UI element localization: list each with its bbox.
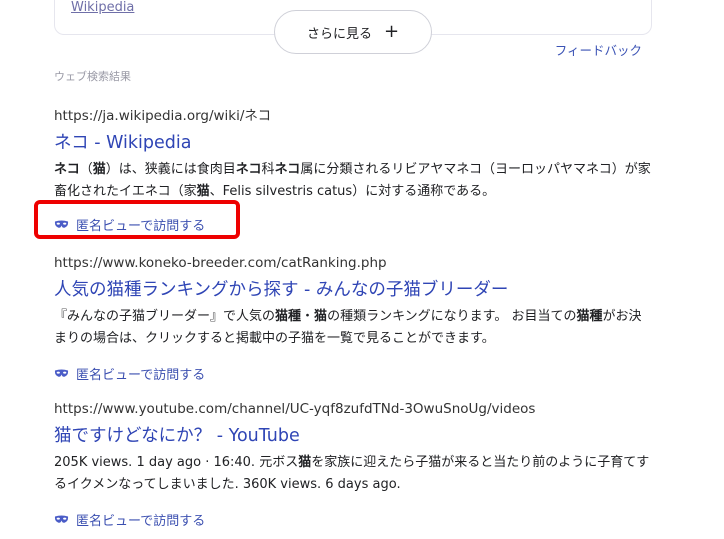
mask-icon — [54, 369, 69, 377]
snippet-bold-text: ネコ — [235, 162, 262, 177]
result-url: https://www.youtube.com/channel/UC-yqf8z… — [54, 401, 536, 417]
result-title-link[interactable]: ネコ - Wikipedia — [54, 131, 654, 155]
snippet-text: 205K views. 1 day ago · 16:40. 元ボス — [54, 455, 299, 470]
result-url: https://ja.wikipedia.org/wiki/ネコ — [54, 108, 272, 124]
snippet-bold-text: 猫 — [196, 184, 210, 199]
mask-icon — [54, 515, 69, 523]
snippet-text: の種類ランキングになります。 お目当ての — [327, 309, 577, 324]
snippet-text: ）は、狭義には食肉目 — [105, 162, 236, 177]
show-more-button[interactable]: さらに見る + — [274, 10, 432, 54]
result-url: https://www.koneko-breeder.com/catRankin… — [54, 255, 387, 271]
snippet-text: Felis silvestris catus — [222, 184, 353, 199]
snippet-text: （ — [79, 162, 93, 177]
snippet-bold-text: 猫 — [92, 162, 106, 177]
snippet-bold-text: 猫 — [298, 455, 312, 470]
result-snippet: ネコ（猫）は、狭義には食肉目ネコ科ネコ属に分類されるリビアヤマネコ（ヨーロッパヤ… — [54, 159, 654, 203]
snippet-bold-text: 猫 — [314, 309, 328, 324]
result-title-link[interactable]: 人気の猫種ランキングから探す - みんなの子猫ブリーダー — [54, 278, 654, 302]
mask-icon — [54, 220, 69, 228]
anonymous-view-label: 匿名ビューで訪問する — [76, 219, 206, 234]
anonymous-view-link[interactable]: 匿名ビューで訪問する — [54, 364, 205, 383]
show-more-label: さらに見る — [306, 26, 372, 42]
anonymous-view-label: 匿名ビューで訪問する — [76, 368, 206, 383]
snippet-bold-text: ネコ — [54, 162, 80, 177]
snippet-text: ）に対する通称である。 — [352, 184, 496, 199]
snippet-text: 科 — [261, 162, 275, 177]
snippet-bold-text: ネコ — [274, 162, 301, 177]
plus-icon: + — [383, 21, 400, 42]
snippet-bold-text: 猫種 — [275, 309, 302, 324]
snippet-text: 『みんなの子猫ブリーダー』で人気の — [54, 309, 276, 324]
search-result: https://www.koneko-breeder.com/catRankin… — [54, 254, 654, 383]
snippet-text: ・ — [301, 309, 315, 324]
wikipedia-link[interactable]: Wikipedia — [71, 0, 134, 15]
search-result: https://ja.wikipedia.org/wiki/ネコ ネコ - Wi… — [54, 107, 654, 234]
snippet-bold-text: 猫種 — [576, 309, 603, 324]
search-result: https://www.youtube.com/channel/UC-yqf8z… — [54, 400, 654, 529]
result-snippet: 205K views. 1 day ago · 16:40. 元ボス猫を家族に迎… — [54, 452, 654, 496]
anonymous-view-link[interactable]: 匿名ビューで訪問する — [54, 510, 205, 529]
result-title-link[interactable]: 猫ですけどなにか？ - YouTube — [54, 424, 654, 448]
anonymous-view-link[interactable]: 匿名ビューで訪問する — [54, 215, 205, 234]
feedback-link[interactable]: フィードバック — [555, 40, 642, 59]
snippet-text: 、 — [209, 184, 223, 199]
anonymous-view-label: 匿名ビューで訪問する — [76, 514, 206, 529]
result-snippet: 『みんなの子猫ブリーダー』で人気の猫種・猫の種類ランキングになります。 お目当て… — [54, 306, 654, 350]
web-results-label: ウェブ検索結果 — [54, 70, 131, 83]
